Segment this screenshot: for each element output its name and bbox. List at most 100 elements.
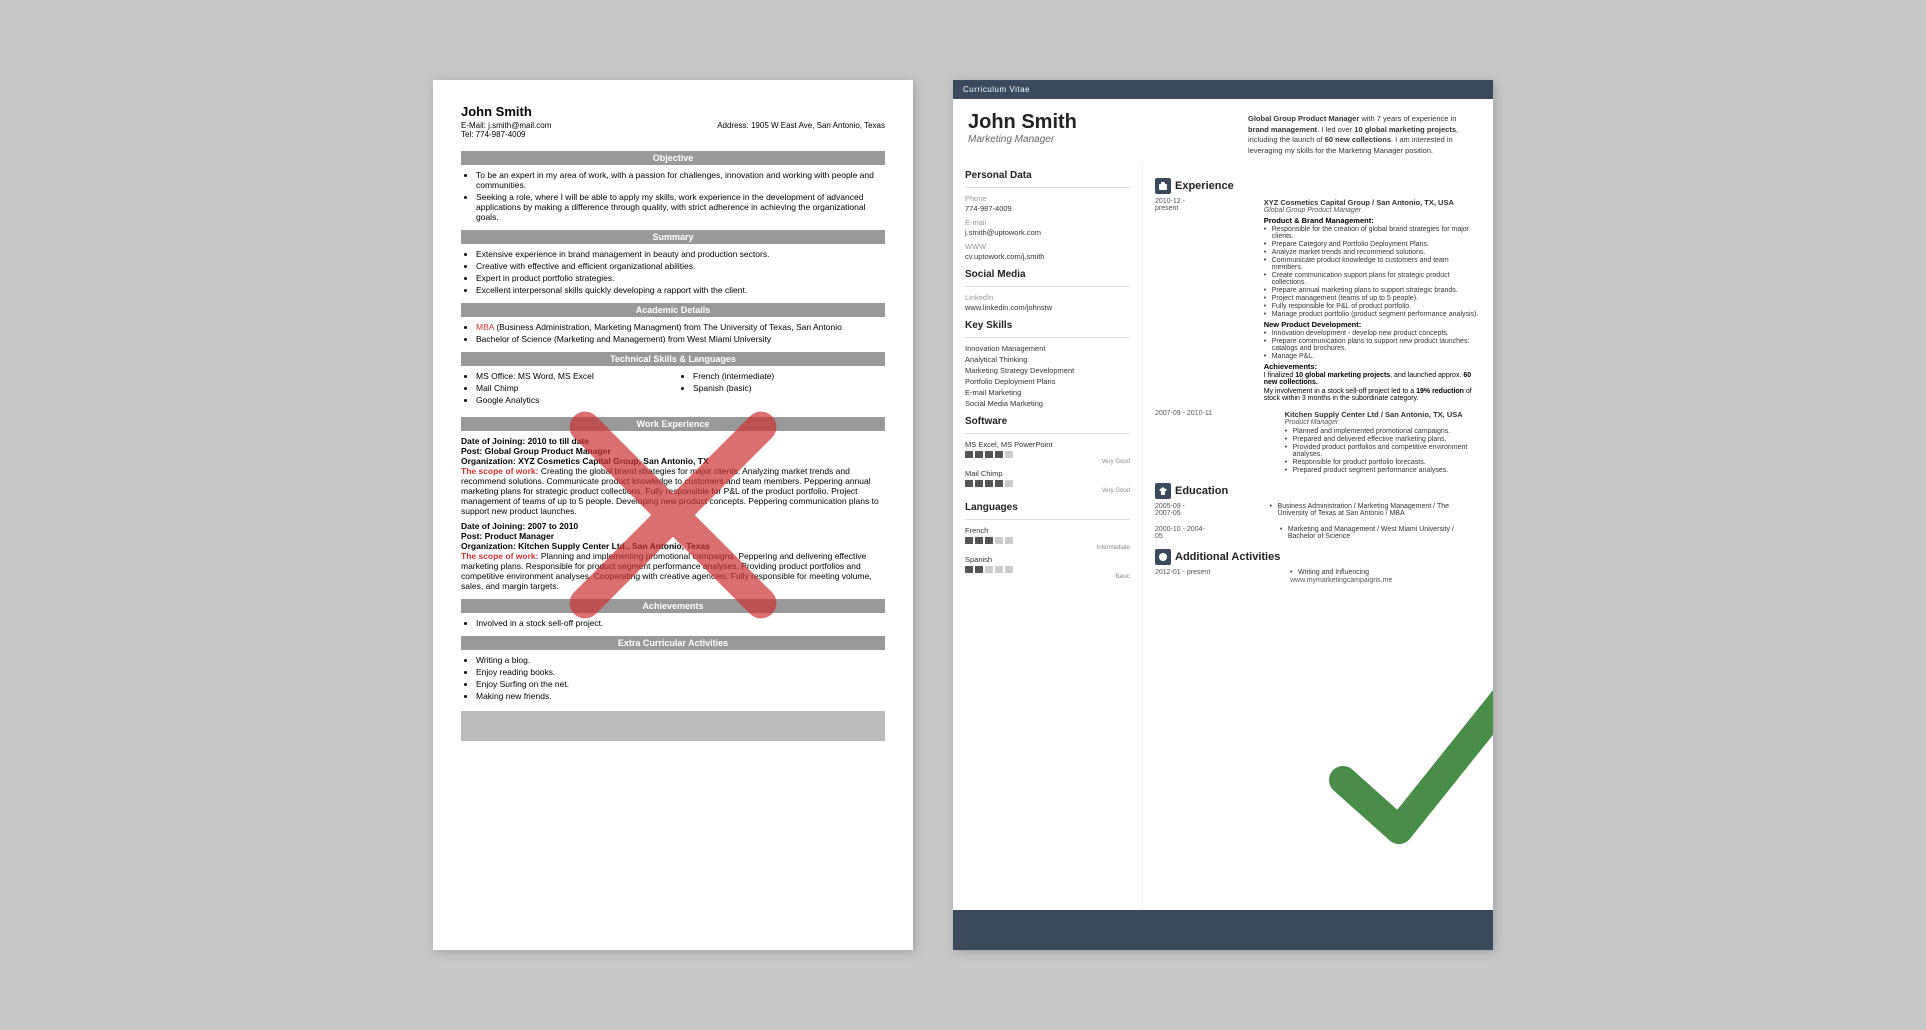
education-icon bbox=[1155, 483, 1171, 499]
spanish-level: Basic bbox=[965, 574, 1130, 580]
experience-header-row: Experience bbox=[1155, 178, 1481, 194]
main-content: Personal Data Phone 774-987-4009 E-mail … bbox=[953, 162, 1493, 932]
exp1-bullet-3: Analyze market trends and recommend solu… bbox=[1264, 249, 1481, 256]
bar-block-3 bbox=[985, 451, 993, 458]
key-skills-header: Key Skills bbox=[965, 320, 1130, 331]
right-resume: Curriculum Vitae John Smith Marketing Ma… bbox=[953, 80, 1493, 950]
right-linkedin: www.linkedin.com/johnstw bbox=[965, 303, 1130, 312]
additional-header-row: Additional Activities bbox=[1155, 549, 1481, 565]
excel-level: Very Good bbox=[965, 459, 1130, 465]
summary-item-3: Expert in product portfolio strategies. bbox=[476, 273, 885, 283]
job2-post: Post: Product Manager bbox=[461, 531, 554, 541]
bar-sp-2 bbox=[975, 566, 983, 573]
exp2-content: Kitchen Supply Center Ltd / San Antonio,… bbox=[1285, 410, 1481, 475]
objective-item-2: Seeking a role, where I will be able to … bbox=[476, 192, 885, 222]
job1-scope: The scope of work: Creating the global b… bbox=[461, 466, 885, 516]
right-column: Experience 2010-12 - present XYZ Cosmeti… bbox=[1143, 162, 1493, 932]
additional-header: Additional Activities bbox=[1175, 551, 1280, 563]
skill-innovation: Innovation Management bbox=[965, 344, 1130, 353]
software-mailchimp: Mail Chimp Very Good bbox=[965, 469, 1130, 494]
skill-social: Social Media Marketing bbox=[965, 399, 1130, 408]
left-email: E-Mail: j.smith@mail.com bbox=[461, 121, 551, 130]
bottom-bar bbox=[953, 910, 1493, 950]
exp1-bullet-1: Responsible for the creation of global b… bbox=[1264, 226, 1481, 240]
edu1-content: Business Administration / Marketing Mana… bbox=[1270, 503, 1481, 518]
right-www: cv.uptowork.com/j.smith bbox=[965, 252, 1130, 261]
left-address: Address: 1905 W East Ave, San Antonio, T… bbox=[717, 121, 885, 130]
skill-analytical: Analytical Thinking bbox=[965, 355, 1130, 364]
social-media-header: Social Media bbox=[965, 269, 1130, 280]
cv-label: Curriculum Vitae bbox=[953, 80, 1493, 99]
lang-1: French (intermediate) bbox=[693, 371, 885, 381]
bar-block-1 bbox=[965, 451, 973, 458]
exp1-bullet-5: Create communication support plans for s… bbox=[1264, 272, 1481, 286]
exp1-subtitle-ach: Achievements: bbox=[1264, 362, 1481, 371]
skills-col1: MS Office: MS Word, MS Excel Mail Chimp … bbox=[461, 371, 668, 405]
exp1-npd-3: Manage P&L. bbox=[1264, 353, 1481, 360]
exp2-bullet-4: Responsible for product portfolio foreca… bbox=[1285, 459, 1481, 466]
exp1-subtitle-npd: New Product Development: bbox=[1264, 320, 1481, 329]
academic-item-1: MBA (Business Administration, Marketing … bbox=[476, 322, 885, 332]
edu2-content: Marketing and Management / West Miami Un… bbox=[1280, 526, 1481, 541]
extra-header: Extra Curricular Activities bbox=[461, 636, 885, 650]
exp1-bullet-8: Fully responsible for P&L of product por… bbox=[1264, 303, 1481, 310]
phone-label: Phone bbox=[965, 194, 1130, 203]
bar-sp-4 bbox=[995, 566, 1003, 573]
mailchimp-level: Very Good bbox=[965, 488, 1130, 494]
right-email: j.smith@uptowork.com bbox=[965, 228, 1130, 237]
add1-content: Writing and Influencing www.mymarketingc… bbox=[1290, 569, 1392, 584]
personal-data-header: Personal Data bbox=[965, 170, 1130, 181]
exp1-content: XYZ Cosmetics Capital Group / San Antoni… bbox=[1264, 198, 1481, 402]
exp-entry-2: 2007-09 - 2010-11 Kitchen Supply Center … bbox=[1155, 410, 1481, 475]
extra-1: Writing a blog. bbox=[476, 655, 885, 665]
job1-org: Organization: XYZ Cosmetics Capital Grou… bbox=[461, 456, 709, 466]
exp2-dates: 2007-09 - 2010-11 bbox=[1155, 410, 1215, 475]
objective-header: Objective bbox=[461, 151, 885, 165]
academic-item-2: Bachelor of Science (Marketing and Manag… bbox=[476, 334, 885, 344]
experience-icon bbox=[1155, 178, 1171, 194]
bar-block-2 bbox=[975, 451, 983, 458]
edu1-dates: 2005-09 - 2007-05 bbox=[1155, 503, 1200, 518]
exp1-dates: 2010-12 - present bbox=[1155, 198, 1194, 402]
extra-4: Making new friends. bbox=[476, 691, 885, 701]
work-header: Work Experience bbox=[461, 417, 885, 431]
exp1-company: XYZ Cosmetics Capital Group / San Antoni… bbox=[1264, 198, 1481, 207]
skill-3: Google Analytics bbox=[476, 395, 668, 405]
exp1-ach-text2: My involvement in a stock sell-off proje… bbox=[1264, 388, 1481, 402]
bar-block-5 bbox=[1005, 451, 1013, 458]
exp1-subtitle-brand: Product & Brand Management: bbox=[1264, 216, 1481, 225]
job2: Date of Joining: 2007 to 2010 Post: Prod… bbox=[461, 521, 885, 591]
left-name: John Smith bbox=[461, 104, 885, 119]
achievements-header: Achievements bbox=[461, 599, 885, 613]
left-phone: Tel: 774-987-4009 bbox=[461, 130, 526, 139]
software-excel: MS Excel, MS PowerPoint Very Good bbox=[965, 440, 1130, 465]
extra-2: Enjoy reading books. bbox=[476, 667, 885, 677]
bar-block-mc-1 bbox=[965, 480, 973, 487]
edu1-degree: Business Administration / Marketing Mana… bbox=[1270, 503, 1481, 517]
lang-french: French Intermediate bbox=[965, 526, 1130, 551]
education-header-row: Education bbox=[1155, 483, 1481, 499]
edu-entry-1: 2005-09 - 2007-05 Business Administratio… bbox=[1155, 503, 1481, 518]
job2-scope: The scope of work: Planning and implemen… bbox=[461, 551, 885, 591]
exp1-role: Global Group Product Manager bbox=[1264, 207, 1481, 214]
academic-list: MBA (Business Administration, Marketing … bbox=[461, 322, 885, 344]
bar-fr-5 bbox=[1005, 537, 1013, 544]
add1-dates: 2012-01 - present bbox=[1155, 569, 1220, 584]
job1-scope-label: The scope of work: bbox=[461, 466, 538, 476]
bar-sp-1 bbox=[965, 566, 973, 573]
exp2-company: Kitchen Supply Center Ltd / San Antonio,… bbox=[1285, 410, 1481, 419]
exp1-bullet-7: Project management (teams of up to 5 peo… bbox=[1264, 295, 1481, 302]
bar-block-4 bbox=[995, 451, 1003, 458]
exp1-ach-text: I finalized 10 global marketing projects… bbox=[1264, 372, 1481, 386]
left-resume: John Smith E-Mail: j.smith@mail.com Addr… bbox=[433, 80, 913, 950]
edu2-degree: Marketing and Management / West Miami Un… bbox=[1280, 526, 1481, 540]
exp1-bullet-4: Communicate product knowledge to custome… bbox=[1264, 257, 1481, 271]
right-name: John Smith bbox=[968, 111, 1248, 134]
bar-block-mc-2 bbox=[975, 480, 983, 487]
exp2-bullet-1: Planned and implemented promotional camp… bbox=[1285, 428, 1481, 435]
exp2-bullet-2: Prepared and delivered effective marketi… bbox=[1285, 436, 1481, 443]
objective-item-1: To be an expert in my area of work, with… bbox=[476, 170, 885, 190]
skill-marketing-strategy: Marketing Strategy Development bbox=[965, 366, 1130, 375]
skill-portfolio: Portfolio Deployment Plans bbox=[965, 377, 1130, 386]
additional-entry-1: 2012-01 - present Writing and Influencin… bbox=[1155, 569, 1481, 584]
